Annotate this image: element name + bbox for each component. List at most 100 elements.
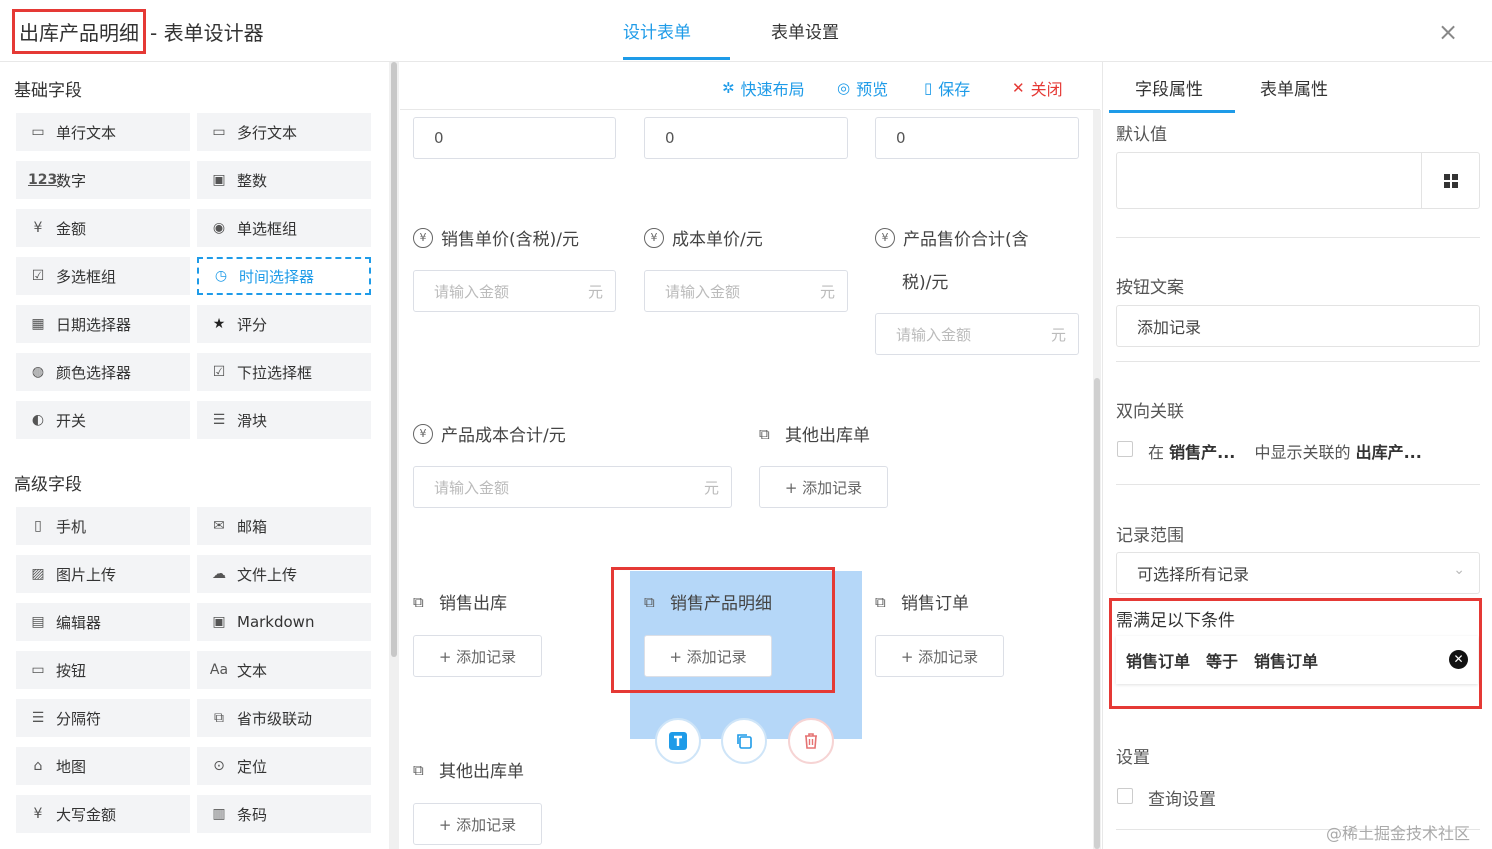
unit-suffix: 元 — [703, 478, 719, 497]
add-record-button[interactable]: + 添加记录 — [875, 635, 1004, 677]
link-icon: ⧉ — [875, 592, 886, 611]
label-text: 销售出库 — [439, 594, 507, 614]
field-label: Markdown — [237, 613, 315, 631]
button-text-label: 按钮文案 — [1116, 278, 1184, 298]
field-color-picker[interactable]: ◍ 颜色选择器 — [16, 353, 190, 391]
scrollbar-thumb[interactable] — [1094, 378, 1100, 849]
add-record-button[interactable]: + 添加记录 — [413, 635, 542, 677]
unit-suffix: 元 — [1050, 325, 1066, 344]
placeholder: 请输入金额 — [434, 282, 510, 301]
field-button[interactable]: ▭ 按钮 — [16, 651, 190, 689]
delete-field-button[interactable] — [788, 718, 834, 764]
amount-input[interactable]: 请输入金额 元 — [644, 270, 848, 312]
cost-total-label: ¥ 产品成本合计/元 — [413, 421, 566, 446]
bidirectional-checkbox[interactable] — [1117, 441, 1133, 457]
integer-icon: ▣ — [212, 172, 226, 188]
field-email[interactable]: ✉ 邮箱 — [197, 507, 371, 545]
tab-field-properties[interactable]: 字段属性 — [1135, 75, 1203, 100]
grid-icon — [1443, 173, 1458, 188]
field-rating[interactable]: ★ 评分 — [197, 305, 371, 343]
field-capital-amount[interactable]: ¥ 大写金额 — [16, 795, 190, 833]
field-label: 按钮 — [56, 661, 87, 680]
field-number[interactable]: 123 数字 — [16, 161, 190, 199]
field-checkbox-group[interactable]: ☑ 多选框组 — [16, 257, 190, 295]
field-image-upload[interactable]: ▨ 图片上传 — [16, 555, 190, 593]
field-switch[interactable]: ◐ 开关 — [16, 401, 190, 439]
field-phone[interactable]: ▯ 手机 — [16, 507, 190, 545]
scrollbar-thumb[interactable] — [391, 62, 397, 657]
field-label: 滑块 — [237, 411, 268, 430]
desc-bold: 出库产... — [1355, 443, 1422, 462]
close-icon: ✕ — [1012, 79, 1025, 97]
radio-icon: ◉ — [212, 220, 226, 236]
field-label: 时间选择器 — [239, 267, 315, 286]
field-label: 颜色选择器 — [56, 363, 132, 382]
field-label: 日期选择器 — [56, 315, 132, 334]
other-out-label: ⧉ 其他出库单 — [759, 421, 870, 447]
field-text[interactable]: Aa 文本 — [197, 651, 371, 689]
default-value-input[interactable] — [1116, 152, 1480, 209]
field-barcode[interactable]: ▥ 条码 — [197, 795, 371, 833]
amount-input[interactable]: 请输入金额 元 — [875, 313, 1079, 355]
grid-picker-button[interactable] — [1421, 153, 1479, 208]
button-text-input[interactable]: 添加记录 — [1116, 305, 1480, 347]
save-button[interactable]: ▯ 保存 — [924, 76, 970, 100]
field-location[interactable]: ⊙ 定位 — [197, 747, 371, 785]
amount-input[interactable]: 请输入金额 元 — [413, 270, 616, 312]
tab-form-properties[interactable]: 表单属性 — [1260, 75, 1328, 100]
copy-field-button[interactable] — [721, 718, 767, 764]
designer-label: - 表单设计器 — [150, 21, 264, 45]
field-file-upload[interactable]: ☁ 文件上传 — [197, 555, 371, 593]
star-icon: ★ — [212, 316, 226, 332]
canvas-scrollbar[interactable] — [1093, 110, 1101, 849]
field-markdown[interactable]: ▣ Markdown — [197, 603, 371, 641]
query-settings-checkbox[interactable] — [1117, 788, 1133, 804]
active-tab-indicator — [1109, 110, 1235, 113]
record-range-label: 记录范围 — [1116, 526, 1184, 546]
multi-text-icon: ▭ — [212, 124, 226, 140]
field-label: 单选框组 — [237, 219, 298, 238]
field-map[interactable]: ⌂ 地图 — [16, 747, 190, 785]
divider-icon: ☰ — [31, 710, 45, 726]
active-tab-indicator — [623, 57, 730, 60]
button-icon: ▭ — [31, 662, 45, 678]
field-time-picker[interactable]: ◷ 时间选择器 — [197, 257, 371, 295]
cost-price-label: ¥ 成本单价/元 — [644, 225, 763, 250]
field-radio-group[interactable]: ◉ 单选框组 — [197, 209, 371, 247]
field-cascade[interactable]: ⧉ 省市级联动 — [197, 699, 371, 737]
tab-design-form[interactable]: 设计表单 — [623, 18, 691, 43]
checkbox-icon: ☑ — [31, 268, 45, 284]
record-range-select[interactable]: 可选择所有记录 ⌄ — [1116, 552, 1480, 594]
field-divider[interactable]: ☰ 分隔符 — [16, 699, 190, 737]
field-editor[interactable]: ▤ 编辑器 — [16, 603, 190, 641]
field-single-text[interactable]: ▭ 单行文本 — [16, 113, 190, 151]
add-record-button[interactable]: + 添加记录 — [759, 466, 888, 508]
field-select[interactable]: ☑ 下拉选择框 — [197, 353, 371, 391]
remove-condition-icon[interactable]: ✕ — [1449, 650, 1468, 669]
add-record-button[interactable]: + 添加记录 — [413, 803, 542, 845]
edit-field-button[interactable] — [655, 718, 701, 764]
field-amount[interactable]: ¥ 金额 — [16, 209, 190, 247]
tab-form-settings[interactable]: 表单设置 — [771, 18, 839, 43]
field-label: 手机 — [56, 517, 87, 536]
close-button[interactable]: ✕ 关闭 — [1012, 76, 1063, 100]
number-input[interactable]: 0 — [875, 117, 1079, 159]
condition-row[interactable]: 销售订单 等于 销售订单 ✕ — [1116, 636, 1478, 684]
field-integer[interactable]: ▣ 整数 — [197, 161, 371, 199]
link-icon: ⧉ — [413, 592, 424, 611]
close-icon[interactable]: × — [1438, 18, 1458, 46]
field-slider[interactable]: ☰ 滑块 — [197, 401, 371, 439]
preview-button[interactable]: ◎ 预览 — [837, 76, 888, 100]
basic-fields-title: 基础字段 — [14, 81, 82, 101]
copy-icon — [737, 734, 752, 749]
palette-scrollbar[interactable] — [389, 62, 399, 849]
quick-layout-button[interactable]: ✲ 快速布局 — [722, 76, 805, 100]
number-input[interactable]: 0 — [413, 117, 616, 159]
slider-icon: ☰ — [212, 412, 226, 428]
field-multi-text[interactable]: ▭ 多行文本 — [197, 113, 371, 151]
number-input[interactable]: 0 — [644, 117, 848, 159]
total-sale-label-cont: 税)/元 — [902, 273, 949, 293]
top-bar: 出库产品明细 - 表单设计器 设计表单 表单设置 × — [0, 0, 1492, 62]
field-date-picker[interactable]: ▦ 日期选择器 — [16, 305, 190, 343]
amount-input[interactable]: 请输入金额 元 — [413, 466, 732, 508]
